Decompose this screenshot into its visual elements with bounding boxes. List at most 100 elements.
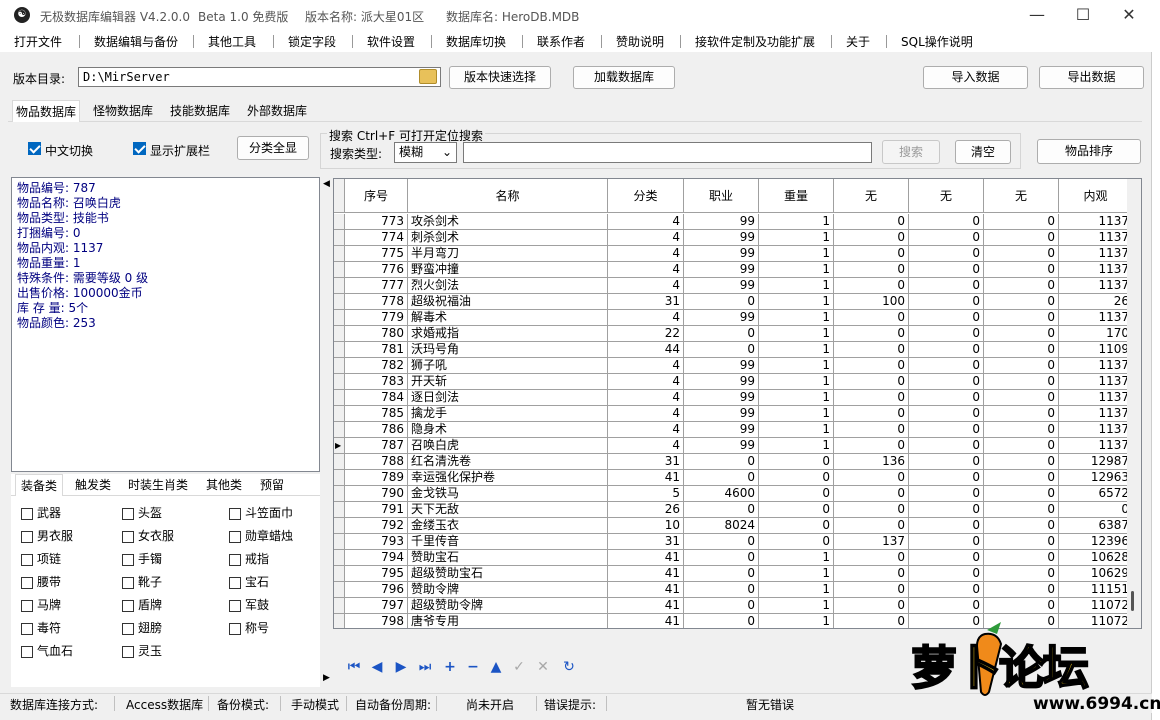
cell-field-c[interactable]: 0 [984,358,1059,374]
cell-category[interactable]: 4 [608,438,684,454]
table-row[interactable]: 791 天下无敌 26 0 0 0 0 0 0 [334,502,1133,518]
cell-weight[interactable]: 1 [759,422,834,438]
tab-skills[interactable]: 技能数据库 [167,100,233,122]
cell-name[interactable]: 超级赞助令牌 [408,598,608,614]
menu-custom[interactable]: 接软件定制及功能扩展 [695,33,815,50]
cell-category[interactable]: 41 [608,470,684,486]
cell-id[interactable]: 781 [345,342,408,358]
cell-job[interactable]: 0 [684,566,759,582]
cell-job[interactable]: 99 [684,278,759,294]
collapse-left-icon[interactable]: ◀ [323,179,330,189]
load-db-button[interactable]: 加载数据库 [573,66,675,89]
menu-contact[interactable]: 联系作者 [537,33,585,50]
cell-weight[interactable]: 1 [759,598,834,614]
cell-field-b[interactable]: 0 [909,262,984,278]
cell-name[interactable]: 半月弯刀 [408,246,608,262]
cat-title[interactable]: 称号 [229,619,269,636]
cell-name[interactable]: 唐爷专用 [408,614,608,628]
menu-about[interactable]: 关于 [846,33,870,50]
cat-tab-trigger[interactable]: 触发类 [70,474,116,496]
cell-field-b[interactable]: 0 [909,374,984,390]
cell-look[interactable]: 11151 [1059,582,1133,598]
cell-name[interactable]: 赞助宝石 [408,550,608,566]
cell-field-c[interactable]: 0 [984,566,1059,582]
menu-db-switch[interactable]: 数据库切换 [446,33,506,50]
cell-field-c[interactable]: 0 [984,262,1059,278]
cell-id[interactable]: 792 [345,518,408,534]
menu-sponsor[interactable]: 赞助说明 [616,33,664,50]
cat-gem[interactable]: 宝石 [229,573,269,590]
insert-record-icon[interactable]: + [439,653,461,681]
cell-look[interactable]: 26 [1059,294,1133,310]
refresh-icon[interactable]: ↻ [558,653,580,681]
cell-category[interactable]: 4 [608,406,684,422]
column-header-job[interactable]: 职业 [684,179,759,213]
table-row[interactable]: 786 隐身术 4 99 1 0 0 0 1137 [334,422,1133,438]
tab-items[interactable]: 物品数据库 [12,100,81,122]
cell-field-a[interactable]: 136 [834,454,909,470]
table-row[interactable]: 784 逐日剑法 4 99 1 0 0 0 1137 [334,390,1133,406]
cell-id[interactable]: 790 [345,486,408,502]
cell-category[interactable]: 41 [608,598,684,614]
cell-look[interactable]: 170 [1059,326,1133,342]
cell-look[interactable]: 0 [1059,502,1133,518]
cell-look[interactable]: 12963 [1059,470,1133,486]
cell-job[interactable]: 99 [684,358,759,374]
cell-field-a[interactable]: 0 [834,406,909,422]
cell-id[interactable]: 783 [345,374,408,390]
cell-category[interactable]: 4 [608,262,684,278]
cell-look[interactable]: 1109 [1059,342,1133,358]
cell-field-a[interactable]: 0 [834,246,909,262]
cell-name[interactable]: 召唤白虎 [408,438,608,454]
cat-male-clothes[interactable]: 男衣服 [21,527,73,544]
cell-id[interactable]: 795 [345,566,408,582]
table-row[interactable]: 781 沃玛号角 44 0 1 0 0 0 1109 [334,342,1133,358]
cell-id[interactable]: 791 [345,502,408,518]
menu-other-tools[interactable]: 其他工具 [208,33,256,50]
cell-id[interactable]: 779 [345,310,408,326]
cell-field-a[interactable]: 100 [834,294,909,310]
cell-field-b[interactable]: 0 [909,598,984,614]
cell-look[interactable]: 1137 [1059,310,1133,326]
cell-field-b[interactable]: 0 [909,470,984,486]
cell-weight[interactable]: 1 [759,374,834,390]
cat-necklace[interactable]: 项链 [21,550,61,567]
cell-field-c[interactable]: 0 [984,278,1059,294]
cell-id[interactable]: 774 [345,230,408,246]
cell-job[interactable]: 99 [684,310,759,326]
cell-field-c[interactable]: 0 [984,582,1059,598]
cell-weight[interactable]: 1 [759,358,834,374]
cell-field-c[interactable]: 0 [984,406,1059,422]
cell-category[interactable]: 41 [608,582,684,598]
cell-name[interactable]: 超级赞助宝石 [408,566,608,582]
cell-field-a[interactable]: 0 [834,518,909,534]
cell-job[interactable]: 0 [684,342,759,358]
cell-job[interactable]: 8024 [684,518,759,534]
cell-id[interactable]: 780 [345,326,408,342]
cell-category[interactable]: 4 [608,358,684,374]
cell-category[interactable]: 41 [608,550,684,566]
cat-veil[interactable]: 斗笠面巾 [229,504,293,521]
cell-look[interactable]: 10628 [1059,550,1133,566]
cell-field-a[interactable]: 0 [834,214,909,230]
cell-id[interactable]: 786 [345,422,408,438]
quick-select-button[interactable]: 版本快速选择 [449,66,551,89]
cell-name[interactable]: 烈火剑法 [408,278,608,294]
cell-id[interactable]: 777 [345,278,408,294]
cell-name[interactable]: 金戈铁马 [408,486,608,502]
cell-weight[interactable]: 1 [759,326,834,342]
cell-weight[interactable]: 0 [759,486,834,502]
cell-job[interactable]: 99 [684,390,759,406]
cell-id[interactable]: 775 [345,246,408,262]
cell-job[interactable]: 99 [684,422,759,438]
cell-job[interactable]: 0 [684,534,759,550]
cell-field-a[interactable]: 0 [834,438,909,454]
cell-field-c[interactable]: 0 [984,246,1059,262]
cell-name[interactable]: 野蛮冲撞 [408,262,608,278]
cell-field-c[interactable]: 0 [984,470,1059,486]
cell-category[interactable]: 22 [608,326,684,342]
cell-field-a[interactable]: 0 [834,470,909,486]
cat-charm[interactable]: 毒符 [21,619,61,636]
cell-field-b[interactable]: 0 [909,246,984,262]
cell-field-a[interactable]: 0 [834,582,909,598]
